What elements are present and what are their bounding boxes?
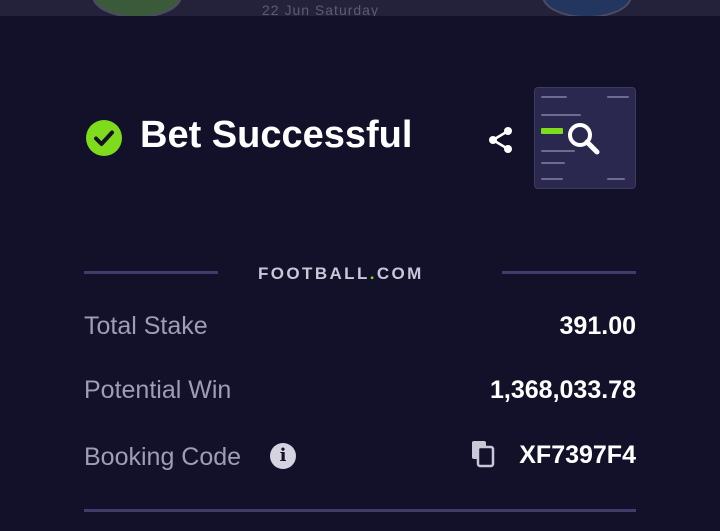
- thumbnail-line: [541, 178, 563, 180]
- bet-slip-thumbnail[interactable]: [534, 87, 636, 189]
- share-button[interactable]: [485, 124, 517, 156]
- copy-button[interactable]: [470, 440, 496, 468]
- thumbnail-line: [607, 178, 625, 180]
- thumbnail-line: [607, 96, 629, 98]
- potential-win-value: 1,368,033.78: [490, 376, 636, 404]
- total-stake-value: 391.00: [559, 312, 636, 340]
- thumbnail-line: [541, 96, 567, 98]
- away-team-logo: [542, 0, 632, 16]
- thumbnail-line: [541, 114, 581, 116]
- info-icon[interactable]: i: [270, 443, 296, 469]
- success-check-icon: [86, 120, 122, 156]
- football-com-logo: FOOTBALL.COM: [258, 264, 424, 283]
- brand-divider-right: [502, 271, 636, 274]
- booking-code-value[interactable]: XF7397F4: [519, 441, 636, 470]
- potential-win-label: Potential Win: [84, 376, 232, 404]
- brand-divider-left: [84, 271, 218, 274]
- booking-code-label: Booking Code: [84, 443, 242, 471]
- match-date-text: 22 Jun Saturday: [262, 2, 379, 16]
- total-stake-label: Total Stake: [84, 312, 208, 340]
- section-divider: [84, 509, 636, 512]
- bet-successful-title: Bet Successful: [140, 114, 413, 156]
- thumbnail-line: [541, 162, 565, 164]
- thumbnail-amount: [541, 128, 563, 134]
- zoom-icon: [565, 120, 601, 161]
- home-team-logo: [92, 0, 182, 16]
- copy-icon: [472, 441, 495, 468]
- share-icon: [489, 127, 512, 153]
- background-match-header: 22 Jun Saturday: [0, 0, 720, 16]
